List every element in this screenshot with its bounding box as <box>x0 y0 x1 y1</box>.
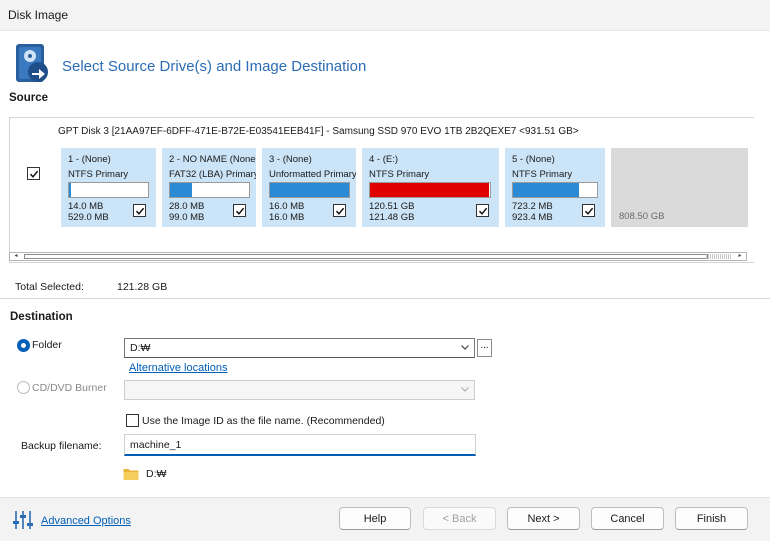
folder-radio[interactable] <box>17 339 30 352</box>
browse-button[interactable]: ... <box>477 339 492 357</box>
window-title: Disk Image <box>8 8 69 22</box>
partition-2-checkbox[interactable] <box>233 204 246 217</box>
folder-label: Folder <box>32 339 62 351</box>
backup-filename-input[interactable]: machine_1 <box>124 434 476 456</box>
disk-image-icon <box>14 42 52 88</box>
partition-5-checkbox[interactable] <box>582 204 595 217</box>
partition-5[interactable]: 5 - (None) NTFS Primary 723.2 MB 923.4 M… <box>505 148 605 227</box>
partition-1-checkbox[interactable] <box>133 204 146 217</box>
usage-fill <box>270 183 349 197</box>
backup-filename-label: Backup filename: <box>21 440 102 452</box>
unallocated-space: 808.50 GB <box>611 148 748 227</box>
disk-checkbox[interactable] <box>27 167 40 180</box>
back-button[interactable]: < Back <box>423 507 496 530</box>
scroll-right-icon[interactable]: ▸ <box>734 253 746 260</box>
usage-bar <box>512 182 598 198</box>
partition-used: 120.51 GB <box>369 201 415 212</box>
partition-fs: FAT32 (LBA) Primary <box>169 169 256 180</box>
total-selected-value: 121.28 GB <box>117 281 168 293</box>
partition-fs: Unformatted Primary <box>269 169 356 180</box>
scrollbar-grip <box>706 254 732 259</box>
cd-dvd-label: CD/DVD Burner <box>32 382 107 394</box>
folder-combo[interactable]: D:₩ <box>124 338 475 358</box>
folder-value: D:₩ <box>130 342 151 354</box>
usage-fill <box>370 183 489 197</box>
usage-bar <box>169 182 250 198</box>
finish-button[interactable]: Finish <box>675 507 748 530</box>
use-image-id-label: Use the Image ID as the file name. (Reco… <box>142 415 385 427</box>
partition-4[interactable]: 4 - (E:) NTFS Primary 120.51 GB 121.48 G… <box>362 148 499 227</box>
cd-dvd-radio[interactable] <box>17 381 30 394</box>
unallocated-size: 808.50 GB <box>619 211 665 222</box>
next-button[interactable]: Next > <box>507 507 580 530</box>
partition-total: 529.0 MB <box>68 212 109 223</box>
usage-bar <box>369 182 491 198</box>
scrollbar-thumb[interactable] <box>24 254 708 259</box>
partition-3-checkbox[interactable] <box>333 204 346 217</box>
partition-fs: NTFS Primary <box>68 169 129 180</box>
partition-3[interactable]: 3 - (None) Unformatted Primary 16.0 MB 1… <box>262 148 356 227</box>
partition-name: 1 - (None) <box>68 154 111 165</box>
divider <box>0 298 770 299</box>
scroll-left-icon[interactable]: ◂ <box>10 253 22 260</box>
partition-total: 16.0 MB <box>269 212 305 223</box>
usage-fill <box>513 183 579 197</box>
partition-total: 121.48 GB <box>369 212 415 223</box>
partition-used: 723.2 MB <box>512 201 553 212</box>
total-selected-label: Total Selected: <box>15 281 84 293</box>
check-icon <box>478 207 487 215</box>
usage-bar <box>269 182 350 198</box>
partition-used: 14.0 MB <box>68 201 104 212</box>
partition-2[interactable]: 2 - NO NAME (None) FAT32 (LBA) Primary 2… <box>162 148 256 227</box>
chevron-down-icon[interactable] <box>460 342 470 352</box>
check-icon <box>335 207 344 215</box>
disk-header: GPT Disk 3 [21AA97EF-6DFF-471E-B72E-E035… <box>58 126 579 137</box>
alternative-locations-link[interactable]: Alternative locations <box>129 362 227 374</box>
partition-used: 28.0 MB <box>169 201 205 212</box>
help-button[interactable]: Help <box>339 507 411 530</box>
partition-4-checkbox[interactable] <box>476 204 489 217</box>
chevron-down-icon[interactable] <box>460 384 470 394</box>
partition-fs: NTFS Primary <box>512 169 573 180</box>
advanced-options-link[interactable]: Advanced Options <box>41 515 131 527</box>
check-icon <box>584 207 593 215</box>
partition-name: 3 - (None) <box>269 154 312 165</box>
partition-total: 923.4 MB <box>512 212 553 223</box>
horizontal-scrollbar[interactable]: ◂ ▸ <box>9 252 747 261</box>
partition-name: 2 - NO NAME (None) <box>169 154 256 165</box>
destination-section-label: Destination <box>10 311 73 323</box>
page-title: Select Source Drive(s) and Image Destina… <box>62 58 367 75</box>
source-section-label: Source <box>9 92 48 104</box>
usage-fill <box>170 183 193 197</box>
sliders-icon[interactable] <box>12 509 34 531</box>
partition-1[interactable]: 1 - (None) NTFS Primary 14.0 MB 529.0 MB <box>61 148 156 227</box>
use-image-id-checkbox[interactable] <box>126 414 139 427</box>
partition-name: 4 - (E:) <box>369 154 399 165</box>
check-icon <box>135 207 144 215</box>
usage-bar <box>68 182 149 198</box>
partition-used: 16.0 MB <box>269 201 305 212</box>
cd-dvd-combo[interactable] <box>124 380 475 400</box>
cancel-button[interactable]: Cancel <box>591 507 664 530</box>
path-display: D:₩ <box>146 468 167 480</box>
check-icon <box>235 207 244 215</box>
check-icon <box>29 170 38 178</box>
backup-filename-value: machine_1 <box>130 439 182 451</box>
partition-fs: NTFS Primary <box>369 169 430 180</box>
usage-fill <box>69 183 72 197</box>
partition-name: 5 - (None) <box>512 154 555 165</box>
folder-icon <box>123 467 139 481</box>
title-bar: Disk Image <box>0 0 770 31</box>
partition-total: 99.0 MB <box>169 212 205 223</box>
